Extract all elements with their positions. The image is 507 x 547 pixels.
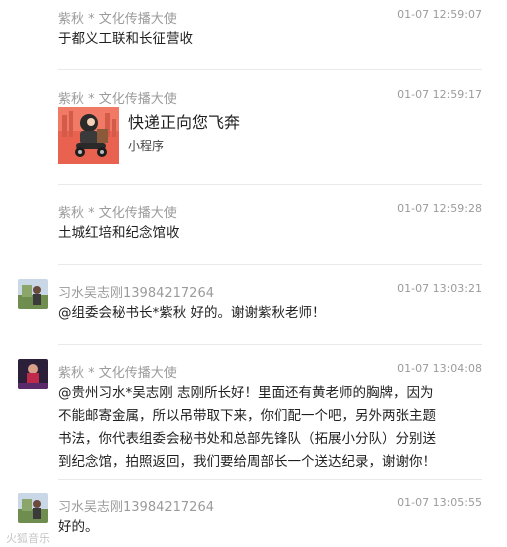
message-time: 01-07 12:59:28 [397,202,482,215]
message-text: 好的。 [58,519,99,535]
sender-name: 紫秋 * 文化传播大使 [58,12,177,27]
message-text: 于都义工联和长征营收 [58,31,193,47]
watermark: 火狐音乐 [6,532,50,545]
sender-name: 习水吴志刚13984217264 [58,500,214,515]
avatar[interactable] [18,279,48,309]
message-line: 书法，你代表组委会秘书处和总部先锋队（拓展小分队）分别送 [58,431,436,447]
message-time: 01-07 12:59:07 [397,8,482,21]
message-line: @贵州习水*吴志刚 志刚所长好！里面还有黄老师的胸牌，因为 [58,385,434,401]
divider [58,69,482,70]
sender-name: 紫秋 * 文化传播大使 [58,92,177,107]
message-line: 到纪念馆，拍照返回，我们要给周部长一个送达纪录，谢谢你！ [58,454,436,470]
divider [58,344,482,345]
divider [58,479,482,480]
message-text: @组委会秘书长*紫秋 好的。谢谢紫秋老师！ [58,305,326,321]
divider [58,264,482,265]
sender-name: 习水吴志刚13984217264 [58,286,214,301]
message-time: 01-07 13:04:08 [397,362,482,375]
divider [58,184,482,185]
message-time: 01-07 13:05:55 [397,496,482,509]
mini-program-title: 快递正向您飞奔 [128,113,241,132]
sender-name: 紫秋 * 文化传播大使 [58,206,177,221]
avatar[interactable] [18,493,48,523]
message-time: 01-07 13:03:21 [397,282,482,295]
message-line: 不能邮寄金属，所以吊带取下来，你们配一个吧，另外两张主题 [58,408,436,424]
courier-illustration-icon [58,107,119,164]
message-time: 01-07 12:59:17 [397,88,482,101]
mini-program-tag: 小程序 [128,139,165,153]
sender-name: 紫秋 * 文化传播大使 [58,366,177,381]
message-text: 土城红培和纪念馆收 [58,225,180,241]
avatar[interactable] [18,359,48,389]
